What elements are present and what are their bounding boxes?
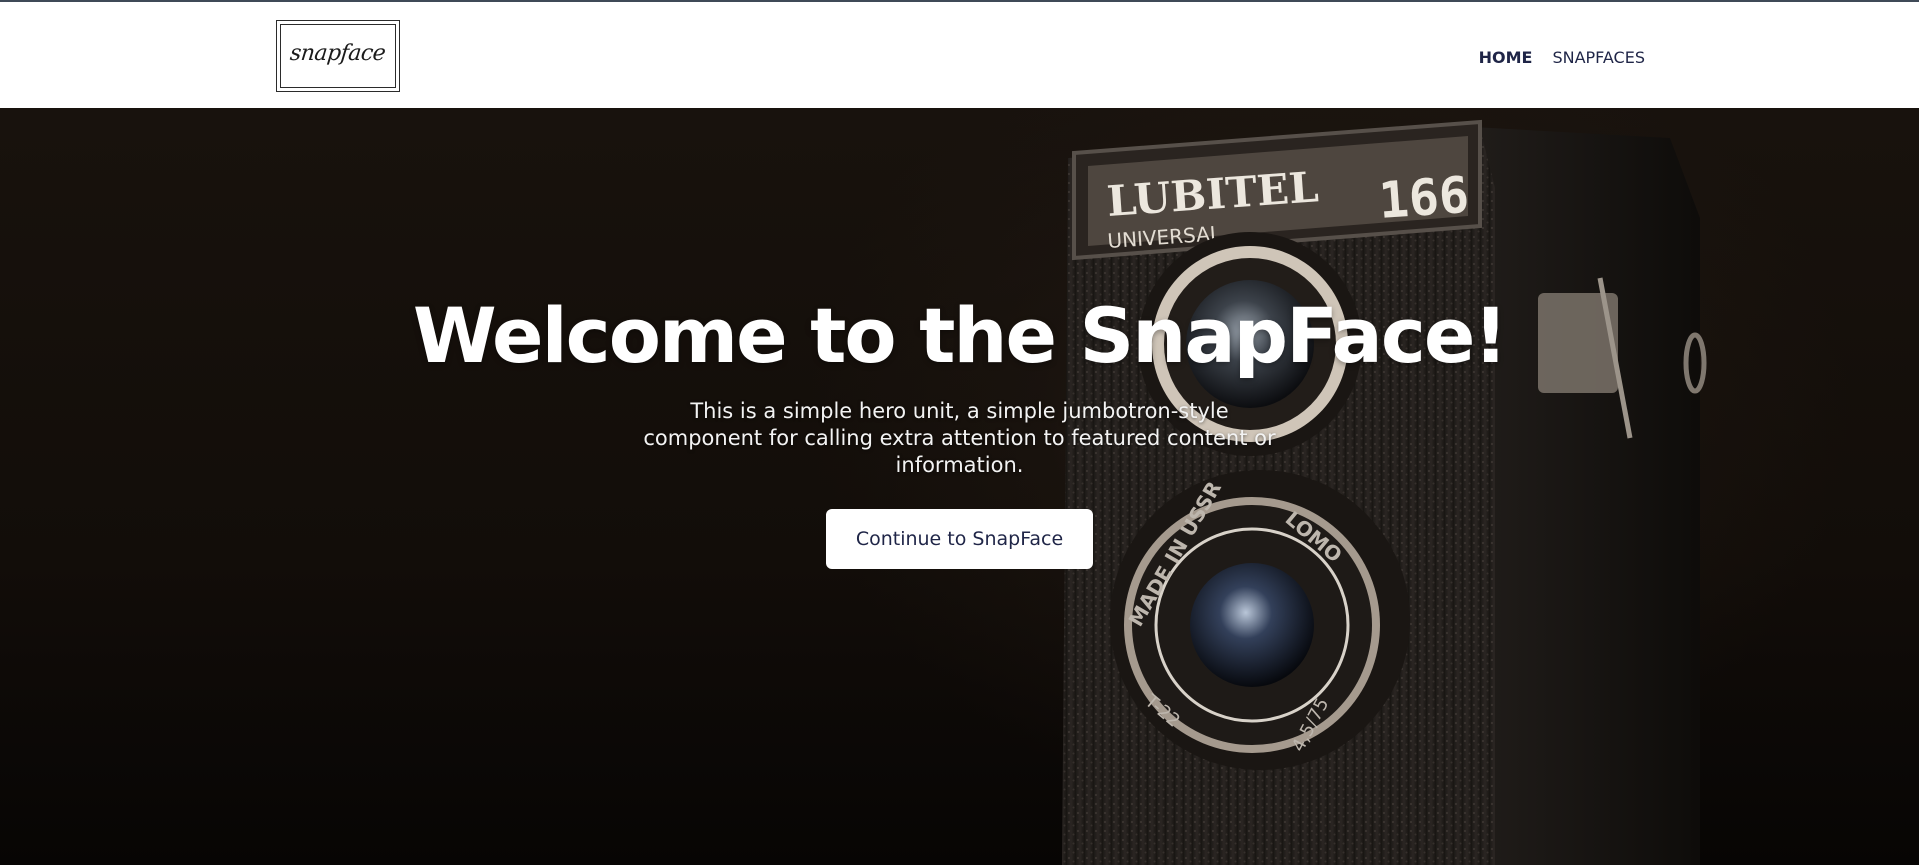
logo-text: snapface (289, 40, 387, 66)
camera-model-text: 166 (1377, 166, 1471, 230)
nav-snapfaces-link[interactable]: SNAPFACES (1552, 48, 1645, 67)
hero-title: Welcome to the SnapFace! (412, 291, 1508, 380)
hero-content: Welcome to the SnapFace! This is a simpl… (0, 298, 1919, 569)
hero-lead-text: This is a simple hero unit, a simple jum… (643, 399, 1276, 477)
nav-home-link[interactable]: HOME (1479, 48, 1533, 67)
logo-frame: snapface (280, 24, 396, 88)
site-header: snapface HOME SNAPFACES (0, 2, 1919, 108)
continue-button[interactable]: Continue to SnapFace (825, 509, 1094, 569)
main-nav: HOME SNAPFACES (1479, 48, 1645, 67)
hero-section: LUBITEL UNIVERSAL 166 MADE IN USSR LOMO … (0, 108, 1919, 865)
site-logo[interactable]: snapface (276, 20, 400, 92)
